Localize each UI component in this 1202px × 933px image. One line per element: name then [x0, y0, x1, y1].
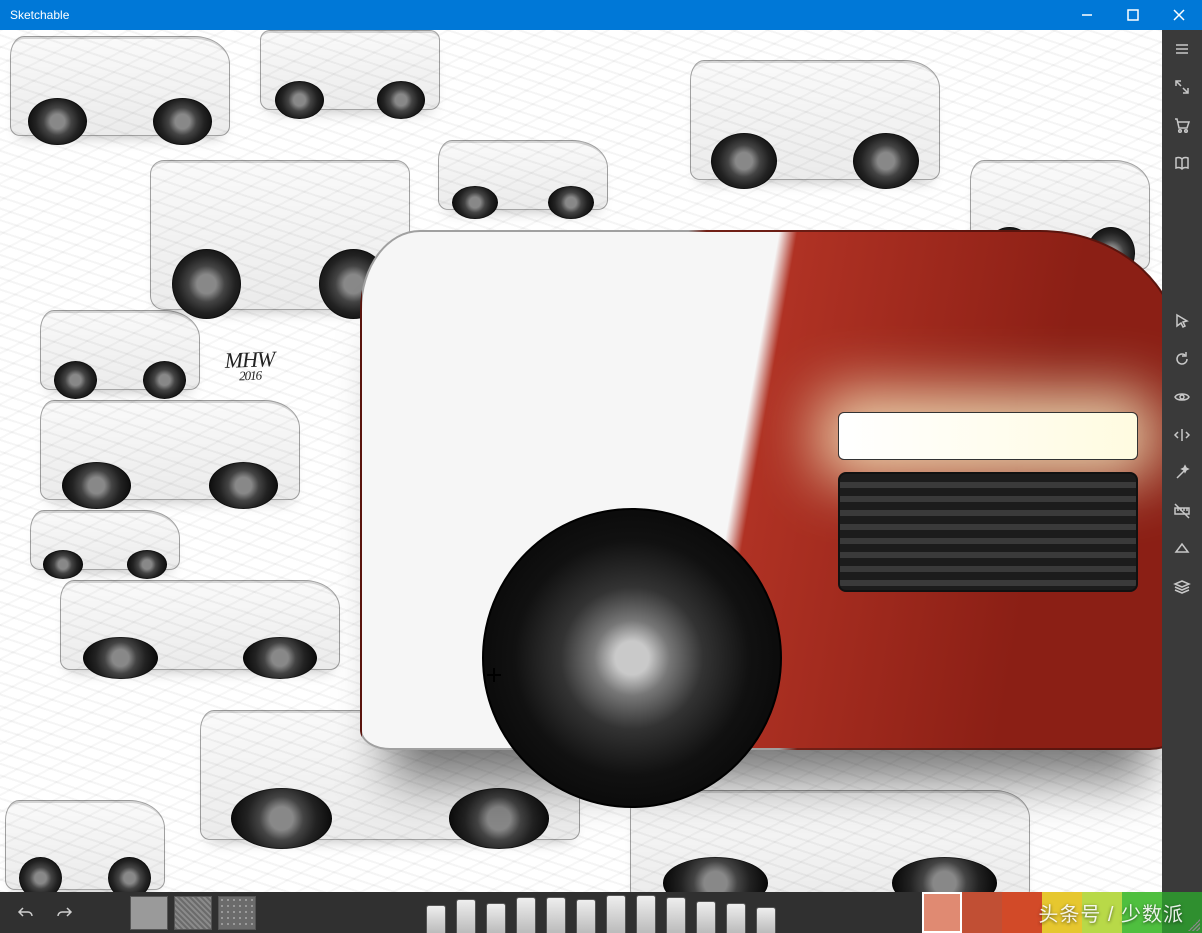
car-sketch — [438, 140, 608, 210]
brush-pen[interactable] — [666, 897, 686, 933]
artist-signature: MHW 2016 — [224, 349, 275, 382]
brush-flat[interactable] — [486, 903, 506, 933]
rotate-button[interactable] — [1162, 340, 1202, 378]
brush-pencil[interactable] — [576, 899, 596, 933]
cart-button[interactable] — [1162, 106, 1202, 144]
layers-button[interactable] — [1162, 568, 1202, 606]
brush-round-2[interactable] — [456, 899, 476, 933]
fullscreen-icon — [1173, 78, 1191, 96]
drawing-canvas[interactable]: MHW 2016 — [0, 30, 1162, 892]
wand-icon — [1173, 464, 1191, 482]
shape-icon — [1173, 540, 1191, 558]
layers-icon — [1173, 578, 1191, 596]
menu-button[interactable] — [1162, 30, 1202, 68]
brush-liner-1[interactable] — [606, 895, 626, 933]
undo-button[interactable] — [8, 895, 44, 931]
swatch-3[interactable] — [1002, 892, 1042, 933]
brush-round-1[interactable] — [426, 905, 446, 933]
undo-icon — [17, 904, 35, 922]
cart-icon — [1173, 116, 1191, 134]
swatch-1[interactable] — [922, 892, 962, 933]
pattern-solid[interactable] — [130, 896, 168, 930]
eye-button[interactable] — [1162, 378, 1202, 416]
car-sketch — [10, 36, 230, 136]
maximize-icon — [1124, 6, 1142, 24]
swatch-4[interactable] — [1042, 892, 1082, 933]
mirror-icon — [1173, 426, 1191, 444]
minimize-button[interactable] — [1064, 0, 1110, 30]
brush-chisel[interactable] — [696, 901, 716, 933]
close-button[interactable] — [1156, 0, 1202, 30]
titlebar: Sketchable — [0, 0, 1202, 30]
menu-icon — [1173, 40, 1191, 58]
book-icon — [1173, 154, 1191, 172]
pattern-dots[interactable] — [218, 896, 256, 930]
wand-button[interactable] — [1162, 454, 1202, 492]
close-icon — [1170, 6, 1188, 24]
car-sketch — [5, 800, 165, 890]
window-title: Sketchable — [10, 8, 69, 22]
car-wheel — [482, 508, 782, 808]
ruler-icon — [1173, 502, 1191, 520]
pointer-button[interactable] — [1162, 302, 1202, 340]
car-sketch — [60, 580, 340, 670]
main-car-render — [360, 230, 1162, 750]
texture-patterns — [130, 896, 256, 930]
car-sketch — [630, 790, 1030, 892]
car-sketch — [40, 400, 300, 500]
car-grille — [838, 472, 1138, 592]
redo-icon — [55, 904, 73, 922]
brush-marker-1[interactable] — [516, 897, 536, 933]
shape-button[interactable] — [1162, 530, 1202, 568]
fullscreen-button[interactable] — [1162, 68, 1202, 106]
brush-eraser[interactable] — [756, 907, 776, 933]
mirror-button[interactable] — [1162, 416, 1202, 454]
maximize-button[interactable] — [1110, 0, 1156, 30]
window-controls — [1064, 0, 1202, 30]
book-button[interactable] — [1162, 144, 1202, 182]
car-sketch — [690, 60, 940, 180]
brush-liner-2[interactable] — [636, 895, 656, 933]
car-sketch — [30, 510, 180, 570]
right-toolbar — [1162, 30, 1202, 892]
redo-button[interactable] — [46, 895, 82, 931]
eye-icon — [1173, 388, 1191, 406]
car-sketch — [40, 310, 200, 390]
swatch-6[interactable] — [1122, 892, 1162, 933]
pointer-icon — [1173, 312, 1191, 330]
bottom-toolbar: 头条号 / 少数派 — [0, 892, 1202, 933]
car-sketch — [260, 30, 440, 110]
rotate-icon — [1173, 350, 1191, 368]
pattern-noise[interactable] — [174, 896, 212, 930]
brush-picker — [426, 892, 776, 933]
brush-airbrush[interactable] — [726, 903, 746, 933]
color-palette — [922, 892, 1202, 933]
brush-marker-2[interactable] — [546, 897, 566, 933]
resize-grip-icon[interactable] — [1188, 919, 1200, 931]
swatch-5[interactable] — [1082, 892, 1122, 933]
ruler-button[interactable] — [1162, 492, 1202, 530]
minimize-icon — [1078, 6, 1096, 24]
car-headlight — [838, 412, 1138, 460]
swatch-2[interactable] — [962, 892, 1002, 933]
